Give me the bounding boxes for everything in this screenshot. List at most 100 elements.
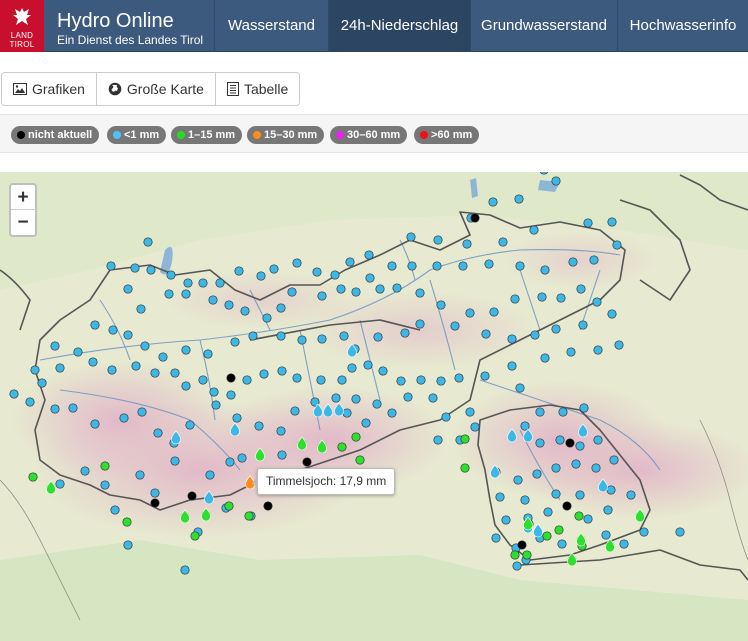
station-marker-lt1[interactable] [592,297,602,307]
station-marker-lt1[interactable] [441,412,451,422]
station-marker-lt1[interactable] [387,261,397,271]
station-marker-lt1[interactable] [481,329,491,339]
nav-tab-wasserstand[interactable]: Wasserstand [214,0,328,52]
station-marker-lt1[interactable] [614,340,624,350]
station-marker-lt1[interactable] [209,387,219,397]
station-marker-lt1[interactable] [234,266,244,276]
station-marker-lt1[interactable] [131,361,141,371]
station-drop-marker-lt1[interactable] [598,478,608,493]
station-marker-lt1[interactable] [458,261,468,271]
station-marker-lt1[interactable] [489,307,499,317]
station-marker-1-15[interactable] [510,550,520,560]
station-marker-lt1[interactable] [415,319,425,329]
station-marker-1-15[interactable] [100,461,110,471]
station-marker-lt1[interactable] [513,475,523,485]
station-marker-lt1[interactable] [361,418,371,428]
station-marker-lt1[interactable] [73,347,83,357]
station-marker-lt1[interactable] [619,539,629,549]
station-drop-marker-1-15[interactable] [46,480,56,495]
station-marker-lt1[interactable] [50,404,60,414]
station-drop-marker-1-15[interactable] [201,507,211,522]
station-marker-lt1[interactable] [259,369,269,379]
station-marker-lt1[interactable] [150,488,160,498]
station-drop-marker-1-15[interactable] [567,552,577,567]
station-marker-lt1[interactable] [365,273,375,283]
brand-title[interactable]: Hydro Online [57,10,174,32]
station-marker-lt1[interactable] [512,561,522,571]
station-marker-lt1[interactable] [9,389,19,399]
station-marker-lt1[interactable] [432,261,442,271]
station-marker-lt1[interactable] [198,278,208,288]
station-marker-lt1[interactable] [556,293,566,303]
station-marker-lt1[interactable] [150,368,160,378]
station-marker-lt1[interactable] [532,469,542,479]
station-marker-lt1[interactable] [336,284,346,294]
station-marker-lt1[interactable] [181,381,191,391]
station-marker-lt1[interactable] [292,258,302,268]
station-marker-lt1[interactable] [372,399,382,409]
station-marker-lt1[interactable] [535,438,545,448]
station-marker-lt1[interactable] [591,463,601,473]
station-marker-nicht-aktuell[interactable] [187,491,197,501]
station-marker-lt1[interactable] [488,197,498,207]
station-marker-lt1[interactable] [568,257,578,267]
station-marker-lt1[interactable] [90,320,100,330]
station-marker-lt1[interactable] [230,337,240,347]
station-marker-lt1[interactable] [146,265,156,275]
station-marker-lt1[interactable] [428,393,438,403]
zoom-in-button[interactable]: + [11,185,35,210]
station-marker-lt1[interactable] [593,345,603,355]
station-marker-lt1[interactable] [415,288,425,298]
station-marker-lt1[interactable] [277,450,287,460]
station-drop-marker-lt1[interactable] [507,428,517,443]
station-marker-lt1[interactable] [290,406,300,416]
station-marker-lt1[interactable] [495,492,505,502]
station-marker-lt1[interactable] [515,261,525,271]
station-marker-lt1[interactable] [551,489,561,499]
station-marker-lt1[interactable] [316,375,326,385]
station-marker-lt1[interactable] [312,267,322,277]
station-drop-marker-1-15[interactable] [605,538,615,553]
station-marker-lt1[interactable] [579,403,589,413]
station-marker-1-15[interactable] [554,525,564,535]
station-marker-1-15[interactable] [355,455,365,465]
station-marker-lt1[interactable] [501,515,511,525]
station-marker-lt1[interactable] [180,565,190,575]
station-marker-lt1[interactable] [170,456,180,466]
station-marker-lt1[interactable] [226,390,236,400]
station-marker-1-15[interactable] [351,432,361,442]
station-marker-lt1[interactable] [153,428,163,438]
station-marker-lt1[interactable] [529,225,539,235]
station-drop-marker-lt1[interactable] [323,403,333,418]
station-marker-lt1[interactable] [317,334,327,344]
station-marker-1-15[interactable] [522,550,532,560]
station-marker-lt1[interactable] [484,259,494,269]
zoom-out-button[interactable]: − [11,210,35,235]
legend-badge-gt60[interactable]: >60 mm [414,126,480,144]
station-marker-lt1[interactable] [392,283,402,293]
station-marker-lt1[interactable] [364,250,374,260]
legend-badge-15-30[interactable]: 15–30 mm [247,126,325,144]
station-marker-lt1[interactable] [363,360,373,370]
station-marker-lt1[interactable] [507,334,517,344]
station-marker-lt1[interactable] [276,426,286,436]
station-marker-lt1[interactable] [123,284,133,294]
station-marker-lt1[interactable] [575,490,585,500]
station-drop-marker-lt1[interactable] [533,523,543,538]
station-marker-lt1[interactable] [373,332,383,342]
station-marker-lt1[interactable] [601,530,611,540]
station-marker-1-15[interactable] [122,517,132,527]
station-marker-lt1[interactable] [576,284,586,294]
station-marker-lt1[interactable] [248,331,258,341]
station-marker-lt1[interactable] [606,485,616,495]
station-marker-lt1[interactable] [510,294,520,304]
station-drop-marker-1-15[interactable] [255,447,265,462]
station-marker-lt1[interactable] [183,278,193,288]
land-tirol-logo[interactable]: LAND TIROL [0,0,44,52]
station-marker-lt1[interactable] [140,341,150,351]
station-marker-lt1[interactable] [462,239,472,249]
station-marker-lt1[interactable] [136,304,146,314]
station-marker-1-15[interactable] [542,531,552,541]
station-marker-lt1[interactable] [106,261,116,271]
station-drop-marker-1-15[interactable] [576,532,586,547]
